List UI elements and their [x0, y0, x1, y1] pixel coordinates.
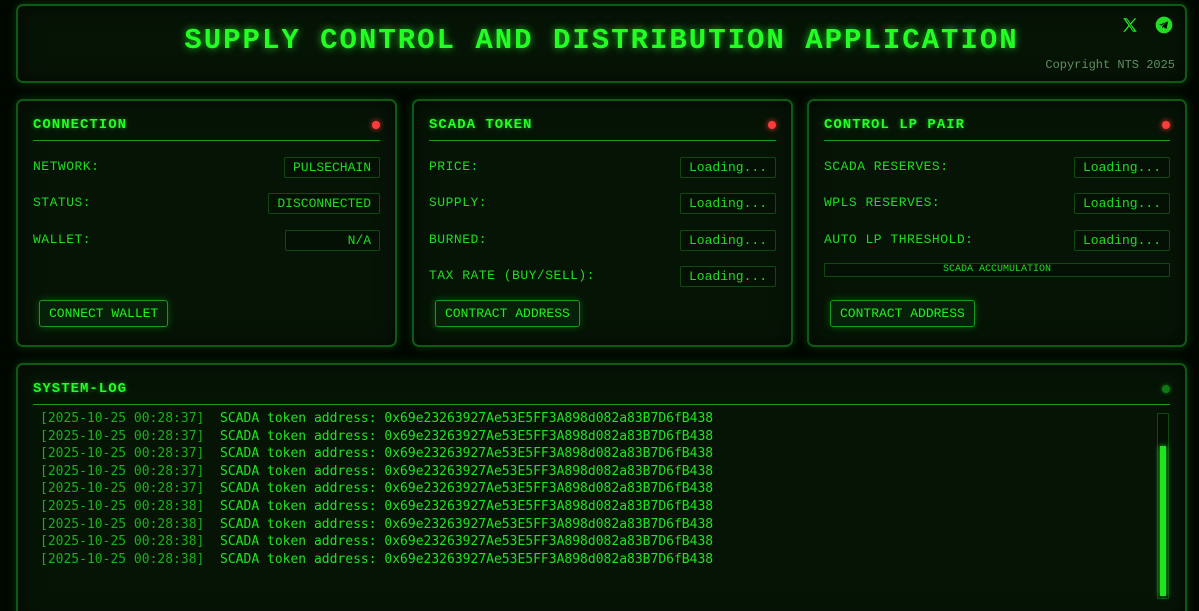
burned-row: BURNED: Loading...: [429, 230, 776, 252]
scada-reserves-value: Loading...: [1073, 157, 1170, 178]
network-label: NETWORK:: [33, 159, 100, 174]
token-header: SCADA TOKEN: [429, 115, 776, 141]
price-row: PRICE: Loading...: [429, 157, 776, 179]
burned-label: BURNED:: [429, 232, 488, 247]
log-area[interactable]: [2025-10-25 00:28:37] SCADA token addres…: [38, 411, 1158, 611]
log-line: [2025-10-25 00:28:37] SCADA token addres…: [40, 411, 714, 426]
copyright-text: Copyright NTS 2025: [1045, 58, 1175, 72]
connection-header: CONNECTION: [33, 115, 380, 141]
log-line: [2025-10-25 00:28:38] SCADA token addres…: [40, 516, 714, 532]
lp-contract-address-button[interactable]: CONTRACT ADDRESS: [830, 300, 975, 327]
supply-label: SUPPLY:: [429, 195, 488, 210]
lp-header: CONTROL LP PAIR: [824, 115, 1170, 141]
status-value: DISCONNECTED: [268, 193, 380, 214]
burned-value: Loading...: [679, 230, 776, 251]
wpls-reserves-row: WPLS RESERVES: Loading...: [824, 193, 1170, 215]
connect-wallet-button[interactable]: CONNECT WALLET: [39, 300, 169, 327]
lp-panel: CONTROL LP PAIR SCADA RESERVES: Loading.…: [807, 99, 1187, 347]
wpls-reserves-value: Loading...: [1073, 193, 1170, 214]
token-title: SCADA TOKEN: [429, 117, 533, 133]
wallet-row: WALLET: N/A: [33, 230, 380, 252]
status-label: STATUS:: [33, 195, 92, 210]
network-row: NETWORK: PULSECHAIN: [33, 157, 380, 179]
log-line: [2025-10-25 00:28:38] SCADA token addres…: [40, 499, 714, 514]
log-line: [2025-10-25 00:28:37] SCADA token addres…: [40, 446, 714, 462]
tax-value: Loading...: [679, 266, 776, 287]
x-icon[interactable]: [1119, 14, 1141, 36]
price-label: PRICE:: [429, 159, 479, 174]
status-row: STATUS: DISCONNECTED: [33, 193, 380, 215]
lp-status-indicator: [1162, 121, 1170, 129]
system-log-panel: SYSTEM-LOG [2025-10-25 00:28:37] SCADA t…: [16, 363, 1187, 611]
token-panel: SCADA TOKEN PRICE: Loading... SUPPLY: Lo…: [412, 99, 793, 347]
system-log-header: SYSTEM-LOG: [33, 379, 1170, 405]
log-scrollbar-thumb[interactable]: [1160, 446, 1166, 596]
telegram-icon[interactable]: [1153, 14, 1175, 36]
wallet-label: WALLET:: [33, 232, 92, 247]
tax-row: TAX RATE (BUY/SELL): Loading...: [429, 266, 776, 288]
network-value: PULSECHAIN: [283, 157, 380, 178]
page-title: SUPPLY CONTROL AND DISTRIBUTION APPLICAT…: [184, 24, 1019, 57]
threshold-row: AUTO LP THRESHOLD: Loading...: [824, 230, 1170, 252]
scada-reserves-label: SCADA RESERVES:: [824, 159, 949, 174]
accumulation-bar: SCADA ACCUMULATION: [824, 263, 1170, 277]
tax-label: TAX RATE (BUY/SELL):: [429, 268, 596, 283]
log-line: [2025-10-25 00:28:37] SCADA token addres…: [40, 481, 714, 497]
supply-row: SUPPLY: Loading...: [429, 193, 776, 215]
token-status-indicator: [768, 121, 776, 129]
system-log-title: SYSTEM-LOG: [33, 381, 128, 397]
wpls-reserves-label: WPLS RESERVES:: [824, 195, 941, 210]
scada-reserves-row: SCADA RESERVES: Loading...: [824, 157, 1170, 179]
connection-title: CONNECTION: [33, 117, 128, 133]
supply-value: Loading...: [679, 193, 776, 214]
wallet-value: N/A: [285, 230, 380, 251]
price-value: Loading...: [679, 157, 776, 178]
log-scrollbar[interactable]: [1157, 413, 1169, 599]
threshold-label: AUTO LP THRESHOLD:: [824, 232, 974, 247]
connection-status-indicator: [372, 121, 380, 129]
connection-panel: CONNECTION NETWORK: PULSECHAIN STATUS: D…: [16, 99, 397, 347]
token-contract-address-button[interactable]: CONTRACT ADDRESS: [435, 300, 580, 327]
system-log-indicator: [1162, 385, 1170, 393]
log-line: [2025-10-25 00:28:38] SCADA token addres…: [40, 534, 714, 550]
log-line: [2025-10-25 00:28:37] SCADA token addres…: [40, 428, 714, 444]
threshold-value: Loading...: [1073, 230, 1170, 251]
log-line: [2025-10-25 00:28:37] SCADA token addres…: [40, 463, 714, 479]
app-header: SUPPLY CONTROL AND DISTRIBUTION APPLICAT…: [16, 4, 1187, 83]
log-line: [2025-10-25 00:28:38] SCADA token addres…: [40, 551, 714, 567]
lp-title: CONTROL LP PAIR: [824, 117, 966, 133]
